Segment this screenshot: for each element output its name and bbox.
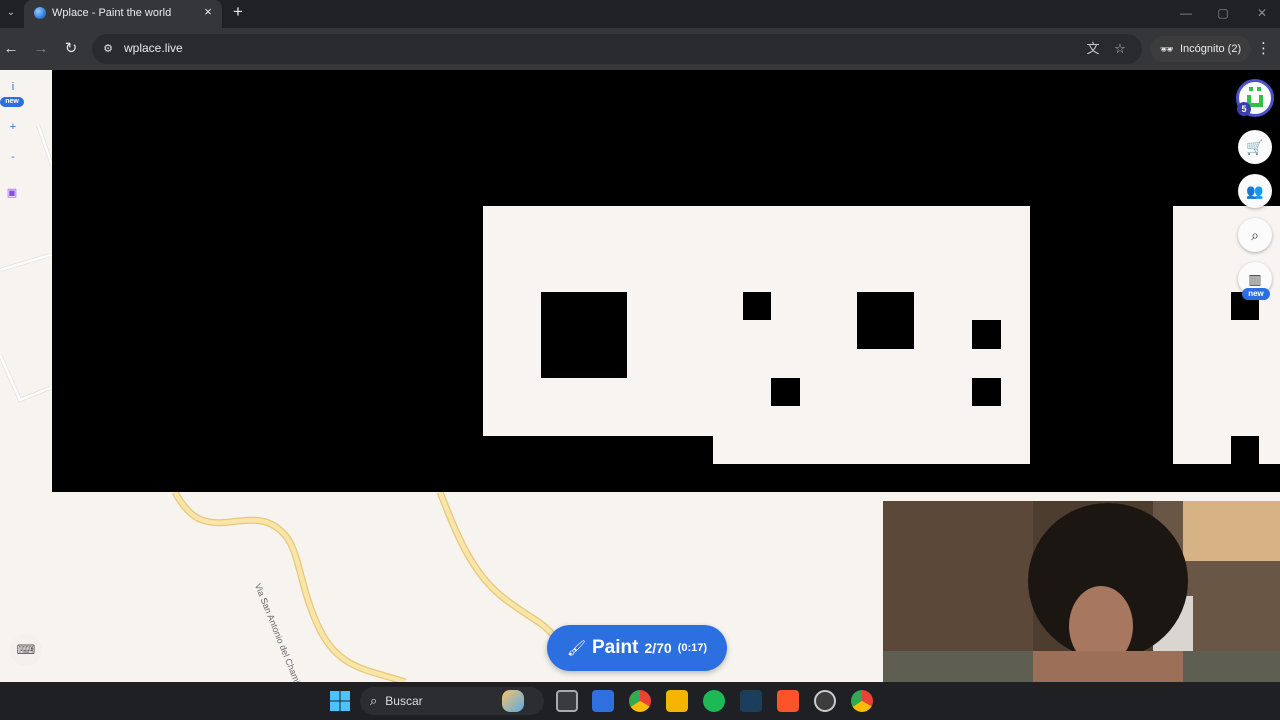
incognito-icon: 🕶	[1160, 43, 1174, 56]
back-icon[interactable]: ←	[0, 38, 22, 60]
paint-charges: 2/70	[644, 640, 672, 656]
level-badge: 5	[1237, 102, 1251, 116]
black-pixel	[972, 378, 1001, 406]
new-badge: new	[0, 97, 24, 107]
translate-icon[interactable]: 文	[1084, 40, 1102, 58]
incognito-indicator[interactable]: 🕶 Incógnito (2)	[1150, 36, 1252, 62]
league-icon[interactable]	[740, 690, 762, 712]
new-badge: new	[1242, 288, 1270, 300]
windows-start-icon[interactable]	[330, 691, 350, 711]
paint-timer: (0:17)	[677, 642, 708, 654]
obs-icon[interactable]	[814, 690, 836, 712]
close-window-button[interactable]: ✕	[1252, 4, 1272, 22]
info-button[interactable]: i	[2, 78, 24, 96]
store-icon[interactable]	[592, 690, 614, 712]
tab-bar: ⌄ Wplace - Paint the world × + — ▢ ✕	[0, 0, 1280, 28]
black-pixel	[743, 292, 771, 320]
paint-button[interactable]: 🖌 Paint 2/70 (0:17)	[547, 625, 727, 671]
zoom-in-button[interactable]: +	[2, 116, 24, 138]
globe-icon	[34, 7, 46, 19]
wplace-map[interactable]: Via San Antonio del Chami - Río San Juan…	[0, 70, 1280, 682]
search-icon: ⌕	[370, 693, 378, 708]
black-pixel	[972, 320, 1001, 349]
bookmark-star-icon[interactable]: ☆	[1111, 40, 1129, 58]
site-info-icon[interactable]: ⚙	[100, 41, 116, 57]
chrome-profile-icon[interactable]	[851, 690, 873, 712]
paint-label: Paint	[592, 637, 639, 658]
brush-icon: 🖌	[566, 640, 586, 657]
brave-icon[interactable]	[777, 690, 799, 712]
zoom-out-button[interactable]: -	[2, 146, 24, 168]
new-tab-button[interactable]: +	[229, 3, 247, 21]
tab-wplace[interactable]: Wplace - Paint the world ×	[24, 0, 222, 28]
community-icon[interactable]: 👥	[1238, 174, 1272, 208]
search-label: Buscar	[385, 694, 423, 708]
browser-toolbar: ← → ↻ ⚙ wplace.live 文 ☆ 🕶 Incógnito (2) …	[0, 28, 1280, 70]
address-bar[interactable]: ⚙ wplace.live 文 ☆	[92, 34, 1142, 64]
forward-icon[interactable]: →	[30, 38, 52, 60]
cart-icon[interactable]: 🛒	[1238, 130, 1272, 164]
tab-title: Wplace - Paint the world	[52, 7, 172, 19]
pixel-canvas[interactable]	[52, 70, 1280, 492]
webcam-overlay	[883, 501, 1280, 682]
black-pixel	[857, 292, 914, 349]
black-pixel	[771, 378, 800, 406]
reload-icon[interactable]: ↻	[60, 38, 82, 60]
twitch-icon[interactable]: ▣	[5, 186, 19, 200]
minimize-button[interactable]: —	[1176, 4, 1196, 22]
white-pixel-region	[713, 436, 1030, 464]
webcam-feed	[883, 501, 1280, 682]
file-explorer-icon[interactable]	[666, 690, 688, 712]
task-view-icon[interactable]	[556, 690, 578, 712]
black-pixel	[1231, 436, 1259, 464]
weather-widget-icon[interactable]	[502, 690, 524, 712]
maximize-button[interactable]: ▢	[1213, 4, 1233, 22]
tab-search-icon[interactable]: ⌄	[3, 5, 19, 21]
incognito-label: Incógnito (2)	[1179, 43, 1242, 55]
url-text[interactable]: wplace.live	[124, 41, 183, 55]
menu-icon[interactable]: ⋮	[1256, 38, 1271, 60]
spotify-icon[interactable]	[703, 690, 725, 712]
black-pixel	[541, 292, 627, 378]
search-location-icon[interactable]: ⌕	[1238, 218, 1272, 252]
keyboard-icon[interactable]: ⌨	[10, 634, 42, 666]
tab-close-button[interactable]: ×	[200, 4, 216, 20]
chrome-icon[interactable]	[629, 690, 651, 712]
windows-taskbar: ⌕ Buscar	[0, 682, 1280, 720]
